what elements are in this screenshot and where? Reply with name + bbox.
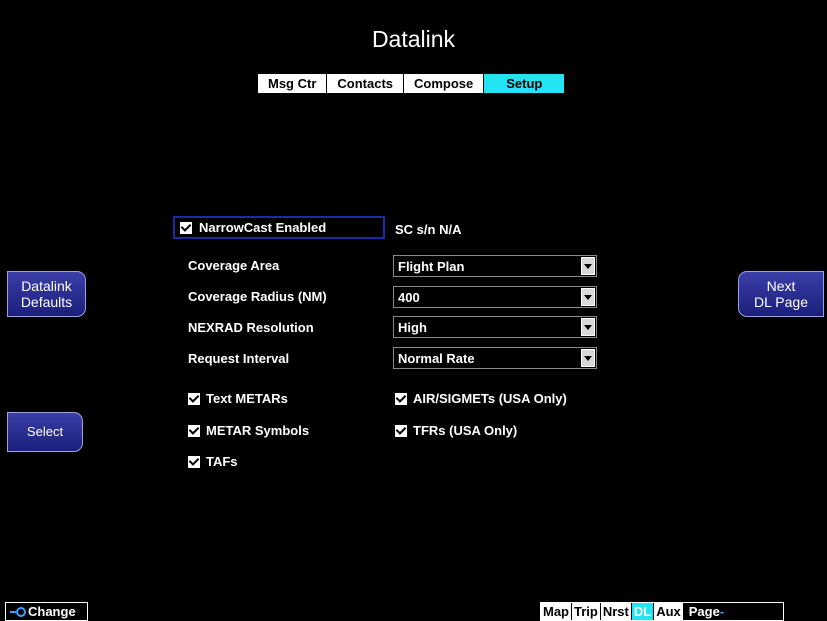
chevron-down-icon (581, 288, 595, 306)
change-softkey[interactable]: Change (5, 602, 88, 621)
nexrad-resolution-value: High (398, 319, 427, 335)
knob-indicator-icon: - (719, 604, 725, 619)
datalink-defaults-line1: Datalink (21, 278, 72, 294)
coverage-radius-select[interactable]: 400 (393, 286, 597, 308)
checkbox-checked-icon (395, 424, 407, 437)
tab-bar: Msg Ctr Contacts Compose Setup (258, 74, 565, 93)
knob-icon (10, 606, 26, 617)
tafs-checkbox[interactable]: TAFs (188, 454, 238, 469)
select-button[interactable]: Select (7, 412, 83, 452)
checkbox-checked-icon (188, 455, 200, 468)
request-interval-label: Request Interval (188, 351, 290, 366)
request-interval-value: Normal Rate (398, 350, 475, 366)
airsigmets-label: AIR/SIGMETs (USA Only) (413, 391, 567, 406)
next-dl-page-line2: DL Page (754, 294, 808, 310)
chevron-down-icon (581, 257, 595, 275)
coverage-area-select[interactable]: Flight Plan (393, 255, 597, 277)
request-interval-select[interactable]: Normal Rate (393, 347, 597, 369)
next-dl-page-button[interactable]: Next DL Page (738, 271, 824, 317)
coverage-area-label: Coverage Area (188, 258, 280, 273)
coverage-radius-value: 400 (398, 289, 420, 305)
page-tab-map[interactable]: Map (541, 603, 571, 620)
tab-compose[interactable]: Compose (403, 74, 484, 93)
sc-serial-number: SC s/n N/A (395, 222, 462, 237)
metar-symbols-label: METAR Symbols (206, 423, 310, 438)
datalink-defaults-line2: Defaults (20, 294, 73, 310)
text-metars-label: Text METARs (206, 391, 288, 406)
tab-contacts[interactable]: Contacts (326, 74, 404, 93)
text-metars-checkbox[interactable]: Text METARs (188, 391, 288, 406)
page-bar: Map Trip Nrst DL Aux Page- (540, 602, 784, 621)
coverage-radius-label: Coverage Radius (NM) (188, 289, 327, 304)
page-tab-trip[interactable]: Trip (571, 603, 600, 620)
tfrs-label: TFRs (USA Only) (413, 423, 518, 438)
checkbox-checked-icon (395, 392, 407, 405)
airsigmets-checkbox[interactable]: AIR/SIGMETs (USA Only) (395, 391, 567, 406)
nexrad-resolution-label: NEXRAD Resolution (188, 320, 314, 335)
page-knob-label[interactable]: Page- (682, 603, 783, 620)
narrowcast-enabled-checkbox[interactable]: NarrowCast Enabled (173, 216, 385, 239)
checkbox-checked-icon (188, 392, 200, 405)
tfrs-checkbox[interactable]: TFRs (USA Only) (395, 423, 517, 438)
tafs-label: TAFs (206, 454, 238, 469)
narrowcast-enabled-label: NarrowCast Enabled (199, 220, 327, 235)
chevron-down-icon (581, 349, 595, 367)
checkbox-checked-icon (188, 424, 200, 437)
checkbox-checked-icon (180, 221, 192, 234)
page-label: Page (688, 604, 720, 619)
nexrad-resolution-select[interactable]: High (393, 316, 597, 338)
page-tab-aux[interactable]: Aux (653, 603, 683, 620)
tab-msg-ctr[interactable]: Msg Ctr (258, 74, 327, 93)
page-tab-nrst[interactable]: Nrst (599, 603, 631, 620)
page-tab-dl[interactable]: DL (630, 603, 654, 620)
coverage-area-value: Flight Plan (398, 258, 465, 274)
chevron-down-icon (581, 318, 595, 336)
change-label: Change (28, 604, 76, 619)
metar-symbols-checkbox[interactable]: METAR Symbols (188, 423, 309, 438)
page-title: Datalink (371, 26, 456, 52)
next-dl-page-line1: Next (766, 278, 796, 294)
tab-setup[interactable]: Setup (483, 74, 565, 93)
datalink-defaults-button[interactable]: Datalink Defaults (7, 271, 86, 317)
